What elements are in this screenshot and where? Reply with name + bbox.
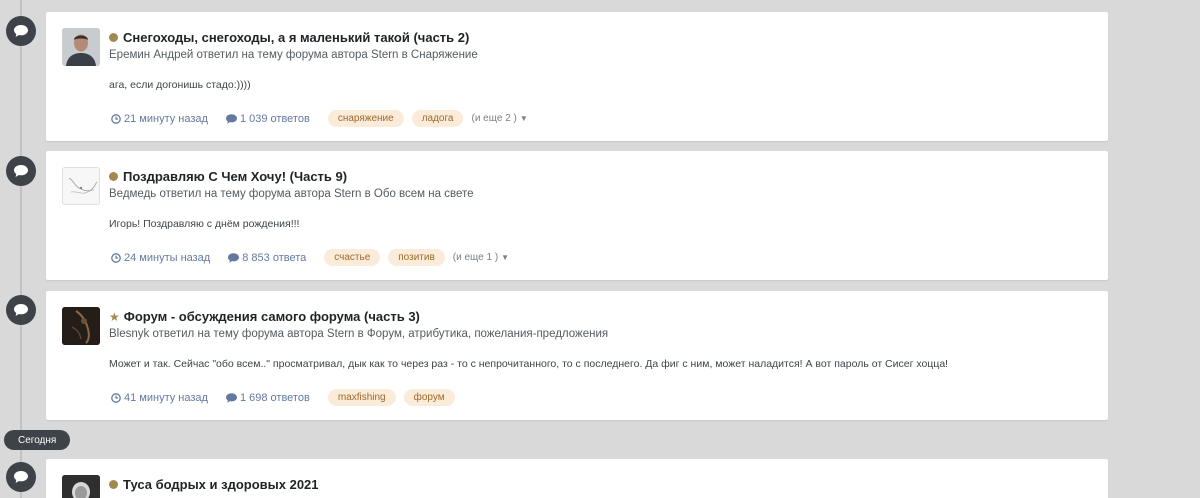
activity-item: Снегоходы, снегоходы, а я маленький тако… xyxy=(46,12,1108,141)
post-time[interactable]: 24 минуты назад xyxy=(111,252,210,264)
post-subtitle: Blesnyk ответил на тему форума автора St… xyxy=(109,328,609,340)
post-time[interactable]: 41 минуту назад xyxy=(111,392,208,404)
post-subtitle: Ведмедь ответил на тему форума автора St… xyxy=(109,188,474,200)
activity-item: Туса бодрых и здоровых 2021 xyxy=(46,459,1108,498)
comment-icon xyxy=(228,252,240,263)
post-snippet: ага, если догонишь стадо:)))) xyxy=(109,79,251,91)
clock-icon xyxy=(111,392,121,403)
post-meta: 21 минуту назад 1 039 ответов снаряжение… xyxy=(111,110,528,127)
more-tags-toggle[interactable]: (и еще 2 ) ▼ xyxy=(471,113,527,124)
activity-item: Поздравляю С Чем Хочу! (Часть 9) Ведмедь… xyxy=(46,151,1108,280)
post-replies: 8 853 ответа xyxy=(228,252,306,264)
post-snippet: Может и так. Сейчас "обо всем.." просмат… xyxy=(109,358,949,370)
star-icon: ★ xyxy=(109,309,120,324)
timeline-line xyxy=(20,0,22,498)
speech-bubble-icon xyxy=(6,156,36,186)
speech-bubble-icon xyxy=(6,295,36,325)
clock-icon xyxy=(111,252,121,263)
tag[interactable]: ладога xyxy=(411,110,464,127)
speech-bubble-icon xyxy=(6,16,36,46)
date-separator: Сегодня xyxy=(4,430,71,450)
comment-icon xyxy=(225,392,237,403)
avatar[interactable] xyxy=(62,475,100,498)
post-title[interactable]: Снегоходы, снегоходы, а я маленький тако… xyxy=(109,30,469,45)
post-replies: 1 039 ответов xyxy=(225,113,310,125)
post-replies: 1 698 ответов xyxy=(225,392,310,404)
avatar[interactable] xyxy=(62,307,100,345)
tag[interactable]: maxfishing xyxy=(327,389,396,406)
dot-icon xyxy=(109,33,118,42)
post-title[interactable]: ★ Форум - обсуждения самого форума (част… xyxy=(109,309,420,324)
post-meta: 41 минуту назад 1 698 ответов maxfishing… xyxy=(111,389,463,406)
caret-down-icon: ▼ xyxy=(519,114,528,123)
tag[interactable]: позитив xyxy=(388,249,445,266)
dot-icon xyxy=(109,480,118,489)
tag[interactable]: счастье xyxy=(324,249,381,266)
dot-icon xyxy=(109,172,118,181)
post-title[interactable]: Поздравляю С Чем Хочу! (Часть 9) xyxy=(109,169,347,184)
post-meta: 24 минуты назад 8 853 ответа счастье поз… xyxy=(111,249,509,266)
post-subtitle: Еремин Андрей ответил на тему форума авт… xyxy=(109,49,478,61)
tag[interactable]: снаряжение xyxy=(327,110,404,127)
more-tags-toggle[interactable]: (и еще 1 ) ▼ xyxy=(453,252,509,263)
avatar[interactable] xyxy=(62,28,100,66)
activity-item: ★ Форум - обсуждения самого форума (част… xyxy=(46,291,1108,420)
post-snippet: Игорь! Поздравляю с днём рождения!!! xyxy=(109,218,300,230)
speech-bubble-icon xyxy=(6,462,36,492)
post-title[interactable]: Туса бодрых и здоровых 2021 xyxy=(109,477,319,492)
clock-icon xyxy=(111,113,121,124)
tag[interactable]: форум xyxy=(403,389,455,406)
caret-down-icon: ▼ xyxy=(501,253,510,262)
avatar[interactable] xyxy=(62,167,100,205)
post-time[interactable]: 21 минуту назад xyxy=(111,113,208,125)
comment-icon xyxy=(225,113,237,124)
